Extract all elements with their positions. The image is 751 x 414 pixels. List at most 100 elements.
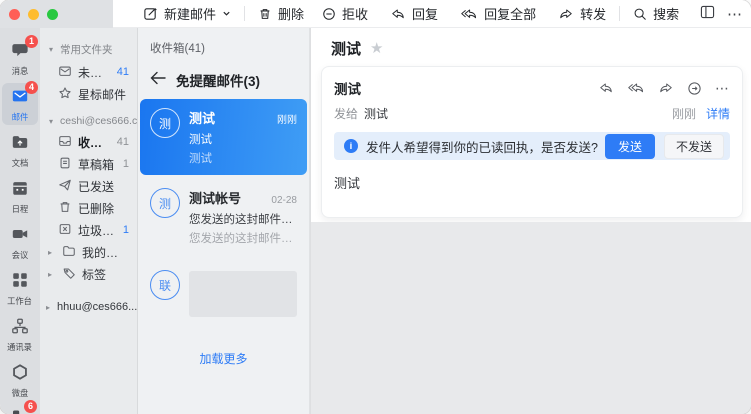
org-chart-icon [11, 317, 29, 340]
rail-item-meeting[interactable]: 会议 [2, 221, 38, 263]
reject-label: 拒收 [342, 4, 368, 23]
load-more-link[interactable]: 加载更多 [138, 350, 309, 367]
compose-button[interactable]: 新建邮件 [139, 1, 235, 26]
rail-item-workbench[interactable]: 工作台 [2, 267, 38, 309]
read-receipt-bar: i 发件人希望得到你的已读回执，是否发送? 发送 不发送 [334, 132, 730, 160]
trash-icon [58, 200, 72, 217]
section-common-folders[interactable]: ▾ 常用文件夹 [40, 38, 137, 61]
folder-item-deleted[interactable]: 已删除 [40, 197, 137, 219]
mail-actions: ⋯ [598, 81, 730, 96]
folder-label: 我的文件夹 [82, 244, 129, 261]
rail-item-contacts[interactable]: 通讯录 [2, 313, 38, 355]
rail-label: 会议 [12, 250, 29, 259]
folder-item-inbox[interactable]: 收件箱 41 [40, 131, 137, 153]
reply-button[interactable]: 回复 [386, 1, 442, 26]
more-button[interactable]: ⋯ [721, 2, 743, 26]
folder-label: 收件箱 [78, 134, 111, 151]
section-header-label: ceshi@ces666.com [60, 115, 137, 127]
toolbar: 新建邮件 删除 拒收 回复 回复全部 转发 [113, 0, 751, 28]
account-hhuu[interactable]: ▸ hhuu@ces666... hhuu [40, 301, 137, 313]
calendar-icon [11, 179, 29, 202]
rail-item-drive[interactable]: 微盘 [2, 359, 38, 401]
section-account-ceshi[interactable]: ▾ ceshi@ces666.com [40, 111, 137, 131]
message-row[interactable]: 联 [140, 261, 307, 326]
rail-label: 通讯录 [8, 342, 33, 351]
send-receipt-button[interactable]: 发送 [605, 134, 655, 159]
caret-right-icon: ▸ [48, 248, 56, 257]
account-label: hhuu@ces666... [57, 301, 137, 313]
dont-send-receipt-button[interactable]: 不发送 [664, 134, 724, 159]
folder-label: 已删除 [78, 200, 114, 217]
star-icon[interactable]: ★ [370, 41, 383, 56]
folder-item-my-folders[interactable]: ▸ 我的文件夹 [40, 241, 137, 263]
folder-item-sent[interactable]: 已发送 [40, 175, 137, 197]
mail-time: 刚刚 [672, 105, 696, 122]
message-row[interactable]: 测 测试帐号 02-28 您发送的这封邮件已经被打开。 您发送的这封邮件已经被打… [140, 179, 307, 255]
folder-item-tags[interactable]: ▸ 标签 [40, 263, 137, 285]
folder-label: 草稿箱 [78, 156, 114, 173]
folder-label: 已发送 [78, 178, 114, 195]
folder-sidebar: ▾ 常用文件夹 未读邮件 41 星标邮件 ▾ ceshi@ces666.com … [40, 28, 138, 414]
back-title: 免提醒邮件(3) [176, 70, 260, 90]
to-label: 发给 [334, 105, 358, 122]
grid-icon [11, 271, 29, 294]
rail-item-messages[interactable]: 消息 1 [2, 37, 38, 79]
mail-meta-row: 发给 测试 刚刚 详情 [334, 105, 730, 122]
folder-item-drafts[interactable]: 草稿箱 1 [40, 153, 137, 175]
folder-item-spam[interactable]: 垃圾邮件 1 [40, 219, 137, 241]
reply-all-icon[interactable] [627, 81, 645, 95]
forward-icon [558, 7, 574, 21]
layout-toggle-button[interactable] [694, 2, 721, 25]
message-subject: 测试 [189, 131, 297, 147]
back-arrow-icon[interactable] [150, 71, 166, 90]
titlebar: 新建邮件 删除 拒收 回复 回复全部 转发 [0, 0, 751, 28]
tag-icon [62, 266, 76, 283]
folder-label: 星标邮件 [78, 86, 126, 103]
forward-label: 转发 [580, 4, 606, 23]
rail-item-calendar[interactable]: 日程 [2, 175, 38, 217]
message-row-body: 测试 刚刚 测试 测试 [189, 108, 297, 166]
window-zoom-button[interactable] [47, 9, 58, 20]
reject-icon [322, 7, 336, 21]
message-row-body: 测试帐号 02-28 您发送的这封邮件已经被打开。 您发送的这封邮件已经被打开。 [189, 188, 297, 246]
recall-icon[interactable] [687, 81, 702, 96]
section-header-label: 常用文件夹 [60, 42, 113, 57]
caret-down-icon: ▾ [49, 45, 57, 54]
details-link[interactable]: 详情 [706, 105, 730, 122]
mail-title-row: 测试 ★ [311, 28, 751, 66]
forward-icon[interactable] [658, 81, 674, 95]
avatar: 测 [150, 188, 180, 218]
more-icon: ⋯ [727, 5, 743, 23]
reject-button[interactable]: 拒收 [318, 1, 372, 26]
forward-button[interactable]: 转发 [554, 1, 610, 26]
reply-icon[interactable] [598, 81, 614, 95]
more-icon[interactable]: ⋯ [715, 83, 730, 93]
mail-body: 测试 [334, 173, 730, 192]
rail-item-docs[interactable]: 文档 [2, 129, 38, 171]
back-row[interactable]: 免提醒邮件(3) [138, 70, 309, 90]
envelope-icon [58, 64, 72, 81]
main-area: 消息 1 邮件 4 文档 日程 会议 工作台 [0, 28, 751, 414]
inbox-icon [58, 134, 72, 151]
reply-all-button[interactable]: 回复全部 [456, 1, 540, 26]
avatar: 联 [150, 270, 180, 300]
message-row[interactable]: 测 测试 刚刚 测试 测试 [140, 99, 307, 175]
folder-item-unread[interactable]: 未读邮件 41 [40, 61, 137, 83]
trash-icon [258, 7, 272, 21]
window-close-button[interactable] [9, 9, 20, 20]
message-sender: 测试帐号 [189, 188, 265, 207]
delete-button[interactable]: 删除 [254, 1, 308, 26]
message-subject: 您发送的这封邮件已经被打开。 [189, 211, 297, 227]
layout-icon [700, 5, 715, 22]
window-minimize-button[interactable] [28, 9, 39, 20]
folder-label: 未读邮件 [78, 64, 111, 81]
to-recipient[interactable]: 测试 [364, 105, 388, 122]
reply-icon [390, 7, 406, 21]
draft-icon [58, 156, 72, 173]
info-icon: i [344, 139, 358, 153]
rail-item-mail[interactable]: 邮件 4 [2, 83, 38, 125]
rail-item-workspace-switcher[interactable]: 6 [10, 405, 30, 414]
compose-icon [143, 6, 158, 21]
search-button[interactable]: 搜索 [629, 1, 683, 26]
folder-item-starred[interactable]: 星标邮件 [40, 83, 137, 105]
